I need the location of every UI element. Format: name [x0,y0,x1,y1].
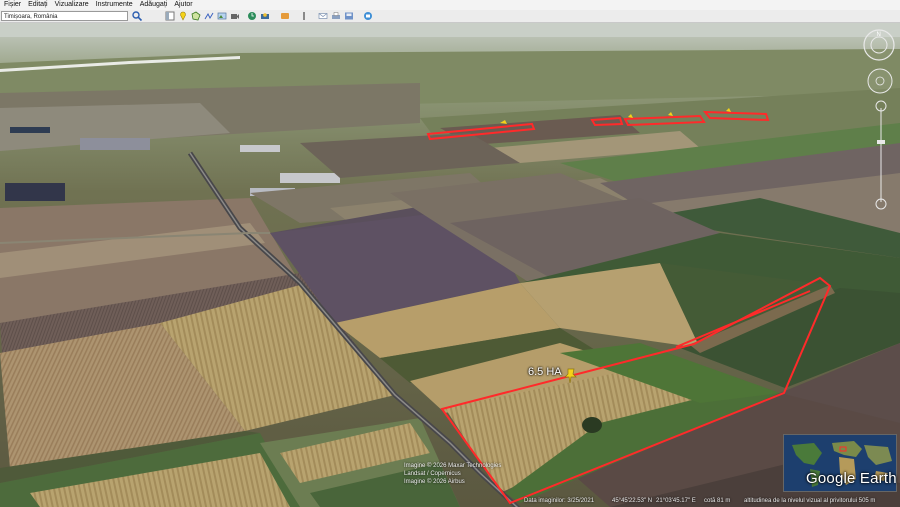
earth-3d-view[interactable] [0,23,900,507]
imagery-attribution-3: Imagine © 2026 Airbus [404,479,465,485]
menu-file[interactable]: Fișier [4,0,21,10]
menu-add[interactable]: Adăugați [140,0,168,10]
google-earth-logo: Google Earth [806,470,897,487]
placemark-label[interactable]: 6.5 HA [528,366,562,378]
look-compass-icon[interactable]: N [862,28,896,62]
path-icon[interactable] [204,11,214,21]
latitude-readout: 45°45'22.53" N [612,498,653,504]
historical-imagery-icon[interactable] [247,11,257,21]
elevation-readout: cotă 81 m [704,498,731,504]
image-overlay-icon[interactable] [217,11,227,21]
ruler-icon[interactable] [299,11,309,21]
print-icon[interactable] [331,11,341,21]
polygon-icon[interactable] [191,11,201,21]
email-icon[interactable] [318,11,328,21]
imagery-attribution-1: Imagine © 2026 Maxar Technologies [404,463,502,469]
search-input[interactable]: Timișoara, România [1,11,128,21]
longitude-readout: 21°03'45.17" E [656,498,696,504]
placemark-pin-icon[interactable] [564,368,578,384]
imagery-attribution-2: Landsat / Copernicus [404,471,461,477]
planets-icon[interactable] [280,11,290,21]
menu-edit[interactable]: Editați [28,0,47,10]
view-in-maps-icon[interactable] [363,11,373,21]
sidebar-icon[interactable] [165,11,175,21]
svg-text:N: N [877,32,881,38]
menu-bar: Fișier Editați Vizualizare Instrumente A… [0,0,900,10]
sunlight-icon[interactable] [260,11,270,21]
search-icon[interactable] [131,10,143,22]
placemark-icon[interactable] [178,11,188,21]
move-joystick-icon[interactable] [865,66,895,96]
eye-altitude-readout: altitudinea de la nivelul vizual al priv… [744,498,876,504]
menu-help[interactable]: Ajutor [174,0,192,10]
record-tour-icon[interactable] [230,11,240,21]
menu-view[interactable]: Vizualizare [55,0,89,10]
menu-tools[interactable]: Instrumente [96,0,133,10]
zoom-slider[interactable] [872,100,890,210]
imagery-date: Data imaginilor: 3/25/2021 [524,498,595,504]
save-image-icon[interactable] [344,11,354,21]
